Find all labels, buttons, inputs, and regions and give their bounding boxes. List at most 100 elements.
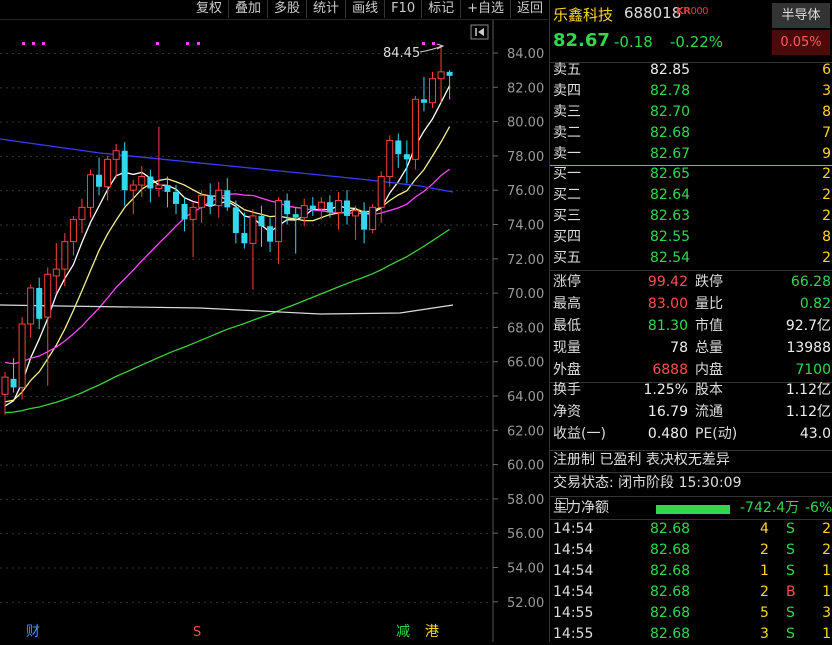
candlestick bbox=[69, 215, 77, 256]
stat-value: 78 bbox=[670, 340, 688, 356]
candlestick bbox=[18, 317, 26, 400]
tick-row[interactable]: 14:54 82.68 2 S 2 bbox=[550, 540, 832, 561]
tick-row[interactable]: 14:54 82.68 1 S 1 bbox=[550, 561, 832, 582]
info-line-text: 注册制 已盈利 表决权无差异 bbox=[553, 452, 730, 468]
candlestick bbox=[155, 126, 163, 198]
sell-level-row[interactable]: 卖二 82.68 7 bbox=[550, 123, 832, 144]
sell-level-price: 82.78 bbox=[650, 83, 691, 99]
buy-level-row[interactable]: 买五 82.54 2 bbox=[550, 248, 832, 269]
buy-level-volume: 2 bbox=[822, 208, 831, 224]
sell-level-price: 82.67 bbox=[650, 146, 691, 162]
candlestick bbox=[27, 284, 35, 338]
stat-row[interactable]: 外盘 6888 内盘 7100 bbox=[550, 360, 832, 381]
sell-level-row[interactable]: 卖四 82.78 3 bbox=[550, 81, 832, 102]
stat-row[interactable]: 涨停 99.42 跌停 66.28 bbox=[550, 272, 832, 293]
sell-level-volume: 9 bbox=[822, 146, 831, 162]
candlestick bbox=[78, 198, 86, 234]
tick-time: 14:54 bbox=[553, 542, 594, 558]
candlestick bbox=[361, 202, 368, 244]
candlestick bbox=[344, 190, 350, 225]
candlestick bbox=[181, 197, 188, 232]
price-axis-label: 82.00 bbox=[507, 81, 544, 96]
buy-level-volume: 2 bbox=[822, 166, 831, 182]
stat-label: 现量 bbox=[553, 340, 581, 356]
price-axis-label: 60.00 bbox=[507, 459, 544, 474]
price-axis-label: 74.00 bbox=[507, 219, 544, 234]
candlestick bbox=[446, 70, 453, 100]
sell-level-row[interactable]: 卖一 82.67 9 bbox=[550, 144, 832, 165]
candlestick bbox=[215, 181, 223, 218]
candlestick bbox=[44, 267, 52, 386]
marker-financial-report[interactable]: 财 bbox=[26, 624, 40, 640]
tick-row[interactable]: 14:55 82.68 5 S 3 bbox=[550, 603, 832, 624]
stat-value: 83.00 bbox=[647, 296, 688, 312]
stat-label: PE(动) bbox=[695, 426, 738, 442]
kline-chart-panel[interactable]: 复权 叠加 多股 统计 画线 F10 标记 +自选 返回 84.00 82.00 8… bbox=[0, 0, 548, 642]
candlestick bbox=[36, 277, 43, 330]
ma250-line bbox=[0, 304, 454, 315]
divider-5 bbox=[550, 496, 832, 497]
marker-reduce[interactable]: 减 bbox=[396, 624, 410, 640]
stat-row[interactable]: 最低 81.30 市值 92.7亿 bbox=[550, 316, 832, 337]
buy-level-label: 买一 bbox=[553, 166, 581, 182]
tick-row[interactable]: 14:54 82.68 2 B 1 bbox=[550, 582, 832, 603]
stat-row[interactable]: 最高 83.00 量比 0.82 bbox=[550, 294, 832, 315]
candlestick bbox=[224, 178, 231, 211]
marker-s[interactable]: S bbox=[193, 625, 201, 640]
stat-value: 66.28 bbox=[790, 274, 831, 290]
sell-level-row[interactable]: 卖五 82.85 6 bbox=[550, 60, 832, 81]
candlestick bbox=[164, 176, 171, 208]
buy-level-row[interactable]: 买一 82.65 2 bbox=[550, 164, 832, 185]
candlestick bbox=[395, 133, 402, 168]
candlestick bbox=[292, 207, 299, 254]
list-icon[interactable] bbox=[556, 498, 568, 510]
stat-value: 43.0 bbox=[799, 426, 831, 442]
tick-time: 14:54 bbox=[553, 584, 594, 600]
buy-level-row[interactable]: 买四 82.55 8 bbox=[550, 227, 832, 248]
tick-side: S bbox=[786, 521, 795, 537]
stat-value: 92.7亿 bbox=[785, 318, 831, 334]
stat-row[interactable]: 收益(一) 0.480 PE(动) 43.0 bbox=[550, 424, 832, 445]
buy-level-row[interactable]: 买二 82.64 2 bbox=[550, 185, 832, 206]
stat-label: 收益(一) bbox=[553, 426, 606, 442]
stat-label: 流通 bbox=[695, 404, 723, 420]
candlestick bbox=[377, 171, 385, 223]
candlestick bbox=[207, 183, 214, 215]
candlestick bbox=[1, 371, 9, 415]
peak-arrow bbox=[419, 45, 443, 53]
tick-volume: 1 bbox=[760, 563, 769, 579]
stat-value: 7100 bbox=[795, 362, 831, 378]
stat-row[interactable]: 净资 16.79 流通 1.12亿 bbox=[550, 402, 832, 423]
price-axis-label: 68.00 bbox=[507, 321, 544, 336]
chart-scroll-end-icon[interactable] bbox=[470, 24, 489, 40]
candlestick bbox=[189, 202, 197, 258]
buy-level-volume: 8 bbox=[822, 229, 831, 245]
stat-value: 0.480 bbox=[647, 426, 688, 442]
stat-label: 换手 bbox=[553, 382, 581, 398]
tick-volume: 5 bbox=[760, 605, 769, 621]
stock-code: 688018 bbox=[624, 4, 682, 22]
stat-row[interactable]: 现量 78 总量 13988 bbox=[550, 338, 832, 359]
candlestick bbox=[173, 185, 179, 215]
tick-price: 82.68 bbox=[650, 584, 691, 600]
buy-level-price: 82.65 bbox=[650, 166, 691, 182]
sell-level-label: 卖五 bbox=[553, 62, 581, 78]
sell-level-row[interactable]: 卖三 82.70 8 bbox=[550, 102, 832, 123]
candlestick-chart[interactable]: 84.00 82.00 80.00 78.00 76.00 74.00 72.00 70.00… bbox=[0, 0, 548, 642]
stat-value: 1.12亿 bbox=[785, 404, 831, 420]
stock-name[interactable]: 乐鑫科技 bbox=[553, 4, 613, 25]
tick-row[interactable]: 14:54 82.68 4 S 2 bbox=[550, 519, 832, 540]
candlestick bbox=[112, 143, 120, 179]
info-line: 注册制 已盈利 表决权无差异 bbox=[550, 450, 832, 471]
buy-level-row[interactable]: 买三 82.63 2 bbox=[550, 206, 832, 227]
candlestick bbox=[241, 212, 248, 249]
candlestick bbox=[300, 198, 308, 227]
stat-value: 6888 bbox=[652, 362, 688, 378]
orderbook-divider bbox=[550, 165, 832, 166]
sell-level-price: 82.70 bbox=[650, 104, 691, 120]
peak-price-label: 84.45 bbox=[383, 46, 420, 61]
marker-hk-connect[interactable]: 港 bbox=[425, 624, 439, 640]
sector-button[interactable]: 半导体 bbox=[772, 3, 830, 28]
stat-row[interactable]: 换手 1.25% 股本 1.12亿 bbox=[550, 380, 832, 401]
ma5-line bbox=[4, 85, 451, 407]
